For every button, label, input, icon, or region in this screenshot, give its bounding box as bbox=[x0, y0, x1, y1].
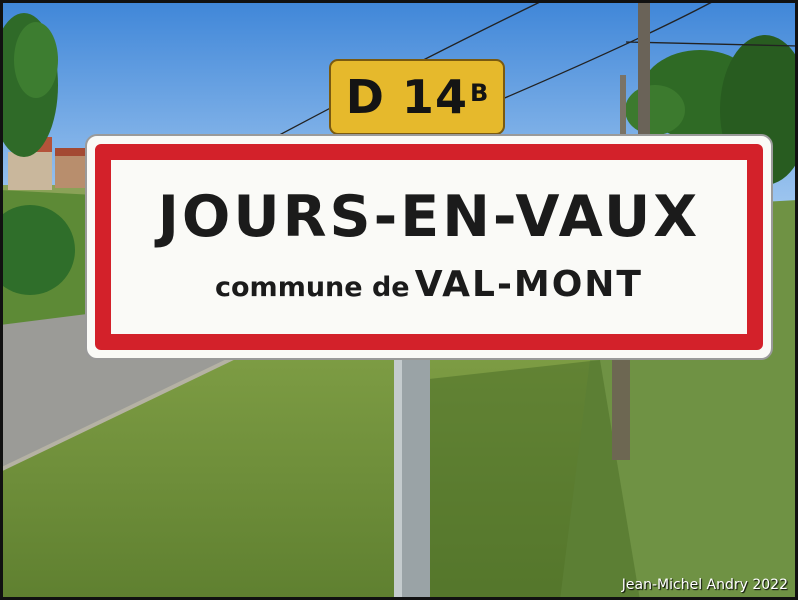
commune-prefix: commune de bbox=[215, 272, 410, 303]
photo-credit: Jean-Michel Andry 2022 bbox=[621, 577, 788, 593]
town-name: JOURS-EN-VAUX bbox=[157, 184, 701, 250]
fence-post bbox=[612, 360, 630, 460]
commune-name: VAL-MONT bbox=[414, 264, 643, 305]
commune-line: commune de VAL-MONT bbox=[87, 264, 771, 305]
utility-pole bbox=[638, 2, 650, 138]
route-number-plate: D 14 B bbox=[329, 59, 505, 135]
utility-pole-small bbox=[620, 75, 626, 135]
route-number: D 14 bbox=[345, 70, 468, 124]
route-suffix: B bbox=[469, 79, 489, 107]
town-entry-sign: JOURS-EN-VAUX commune de VAL-MONT bbox=[85, 134, 773, 360]
